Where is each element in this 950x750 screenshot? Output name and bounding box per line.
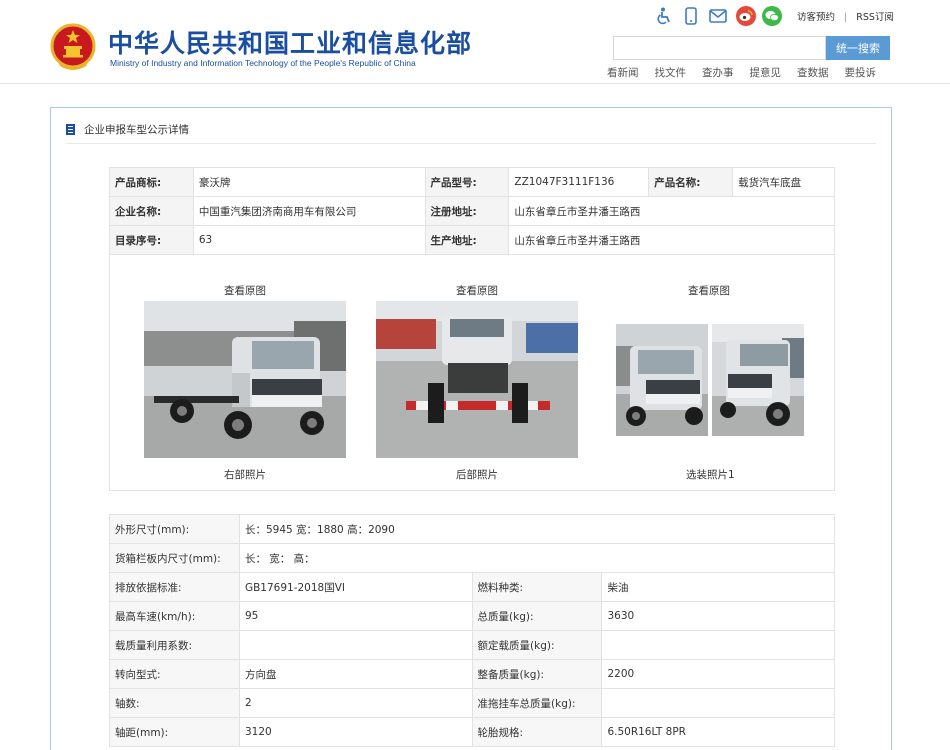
param-value: 3120 (238, 717, 473, 747)
wechat-icon[interactable] (762, 6, 782, 26)
nav-files[interactable]: 找文件 (655, 65, 687, 80)
param-value: 95 (238, 601, 473, 631)
nav-data[interactable]: 查数据 (797, 65, 829, 80)
truck-rear-photo[interactable] (376, 301, 578, 458)
visitor-appointment-link[interactable]: 访客预约 (797, 12, 835, 23)
panel-heading: 企业申报车型公示详情 (66, 122, 876, 144)
weibo-icon[interactable] (736, 6, 756, 26)
top-links: 访客预约 | RSS订阅 (797, 9, 894, 23)
info-value: 载货汽车底盘 (732, 167, 835, 197)
rss-link[interactable]: RSS订阅 (856, 12, 894, 23)
param-value (601, 688, 835, 718)
site-title-english: Ministry of Industry and Information Tec… (110, 58, 416, 68)
param-value (601, 630, 835, 660)
param-key: 载质量利用系数: (109, 630, 240, 660)
site-title: 中华人民共和国工业和信息化部 (108, 29, 473, 58)
optional-photo-left[interactable] (616, 324, 708, 436)
nav-feedback[interactable]: 提意见 (750, 65, 782, 80)
optional-photo-right[interactable] (712, 324, 804, 436)
param-key: 总质量(kg): (471, 601, 603, 631)
param-value: GB17691-2018国VI (238, 572, 473, 602)
site-header: 中华人民共和国工业和信息化部 Ministry of Industry and … (0, 0, 950, 84)
param-key: 排放依据标准: (109, 572, 240, 602)
info-key: 产品商标: (109, 167, 194, 197)
view-original-link[interactable]: 查看原图 (224, 283, 266, 298)
info-key: 企业名称: (109, 196, 194, 226)
nav-complaint[interactable]: 要投诉 (845, 65, 877, 80)
photo-gallery: 查看原图 右部照片 查看原图 后部照片 查看原图 选装照片1 (109, 254, 835, 491)
param-key: 轮胎规格: (471, 717, 603, 747)
param-key: 燃料种类: (471, 572, 603, 602)
param-key: 轴数: (109, 688, 240, 718)
info-key: 生产地址: (424, 225, 510, 255)
photo-caption: 右部照片 (224, 469, 266, 481)
nav-news[interactable]: 看新闻 (607, 65, 639, 80)
table-row: 轴数: 2 准拖挂车总质量(kg): (109, 688, 835, 718)
table-row: 货箱栏板内尺寸(mm): 长： 宽： 高： (109, 543, 836, 573)
info-key: 注册地址: (424, 196, 510, 226)
info-key: 目录序号: (109, 225, 194, 255)
param-value: 2200 (601, 659, 835, 689)
photo-caption: 选装照片1 (686, 469, 735, 481)
national-emblem-icon (50, 23, 96, 70)
param-key: 货箱栏板内尺寸(mm): (109, 543, 240, 573)
param-value: 2 (238, 688, 473, 718)
param-value: 长： 宽： 高： (238, 543, 836, 573)
param-key: 轴距(mm): (109, 717, 240, 747)
accessibility-icon[interactable] (655, 7, 673, 25)
param-value: 方向盘 (238, 659, 473, 689)
photo-caption: 后部照片 (456, 469, 498, 481)
table-row: 最高车速(km/h): 95 总质量(kg): 3630 (109, 601, 835, 631)
param-value: 柴油 (601, 572, 835, 602)
vehicle-params-table: 外形尺寸(mm): 长：5945 宽：1880 高：2090 货箱栏板内尺寸(m… (109, 514, 836, 747)
link-separator: | (844, 12, 848, 23)
info-value: 中国重汽集团济南商用车有限公司 (192, 196, 426, 226)
detail-panel: 企业申报车型公示详情 产品商标: 豪沃牌 产品型号: ZZ1047F3111F1… (50, 107, 892, 750)
vehicle-info-table: 产品商标: 豪沃牌 产品型号: ZZ1047F3111F136 产品名称: 载货… (109, 167, 835, 255)
top-icon-bar (655, 6, 788, 26)
table-row: 目录序号: 63 生产地址: 山东省章丘市圣井潘王路西 (109, 225, 835, 255)
panel-heading-label: 企业申报车型公示详情 (84, 124, 189, 136)
param-key: 转向型式: (109, 659, 240, 689)
quick-nav: 看新闻 找文件 查办事 提意见 查数据 要投诉 (607, 65, 892, 80)
info-value: 豪沃牌 (192, 167, 426, 197)
mobile-icon[interactable] (682, 7, 700, 25)
param-value: 6.50R16LT 8PR (601, 717, 835, 747)
table-row: 载质量利用系数: 额定载质量(kg): (109, 630, 835, 660)
param-value: 3630 (601, 601, 835, 631)
mail-icon[interactable] (709, 7, 727, 25)
param-value: 长：5945 宽：1880 高：2090 (238, 514, 836, 544)
param-key: 最高车速(km/h): (109, 601, 240, 631)
table-row: 产品商标: 豪沃牌 产品型号: ZZ1047F3111F136 产品名称: 载货… (109, 167, 835, 197)
view-original-link[interactable]: 查看原图 (456, 283, 498, 298)
table-row: 轴距(mm): 3120 轮胎规格: 6.50R16LT 8PR (109, 717, 835, 747)
table-row: 外形尺寸(mm): 长：5945 宽：1880 高：2090 (109, 514, 836, 544)
table-row: 企业名称: 中国重汽集团济南商用车有限公司 注册地址: 山东省章丘市圣井潘王路西 (109, 196, 835, 226)
view-original-link[interactable]: 查看原图 (688, 283, 730, 298)
param-key: 外形尺寸(mm): (109, 514, 240, 544)
info-value: ZZ1047F3111F136 (508, 167, 650, 197)
search-button[interactable]: 统一搜索 (826, 36, 890, 60)
param-key: 准拖挂车总质量(kg): (471, 688, 603, 718)
nav-services[interactable]: 查办事 (702, 65, 734, 80)
info-value: 63 (192, 225, 426, 255)
param-key: 额定载质量(kg): (471, 630, 603, 660)
truck-right-photo[interactable] (144, 301, 346, 458)
param-key: 整备质量(kg): (471, 659, 603, 689)
info-key: 产品名称: (648, 167, 734, 197)
table-row: 排放依据标准: GB17691-2018国VI 燃料种类: 柴油 (109, 572, 835, 602)
book-icon (66, 124, 75, 135)
param-value (238, 630, 473, 660)
info-key: 产品型号: (424, 167, 510, 197)
info-value: 山东省章丘市圣井潘王路西 (508, 225, 835, 255)
table-row: 转向型式: 方向盘 整备质量(kg): 2200 (109, 659, 835, 689)
search-input[interactable] (613, 36, 826, 60)
info-value: 山东省章丘市圣井潘王路西 (508, 196, 835, 226)
